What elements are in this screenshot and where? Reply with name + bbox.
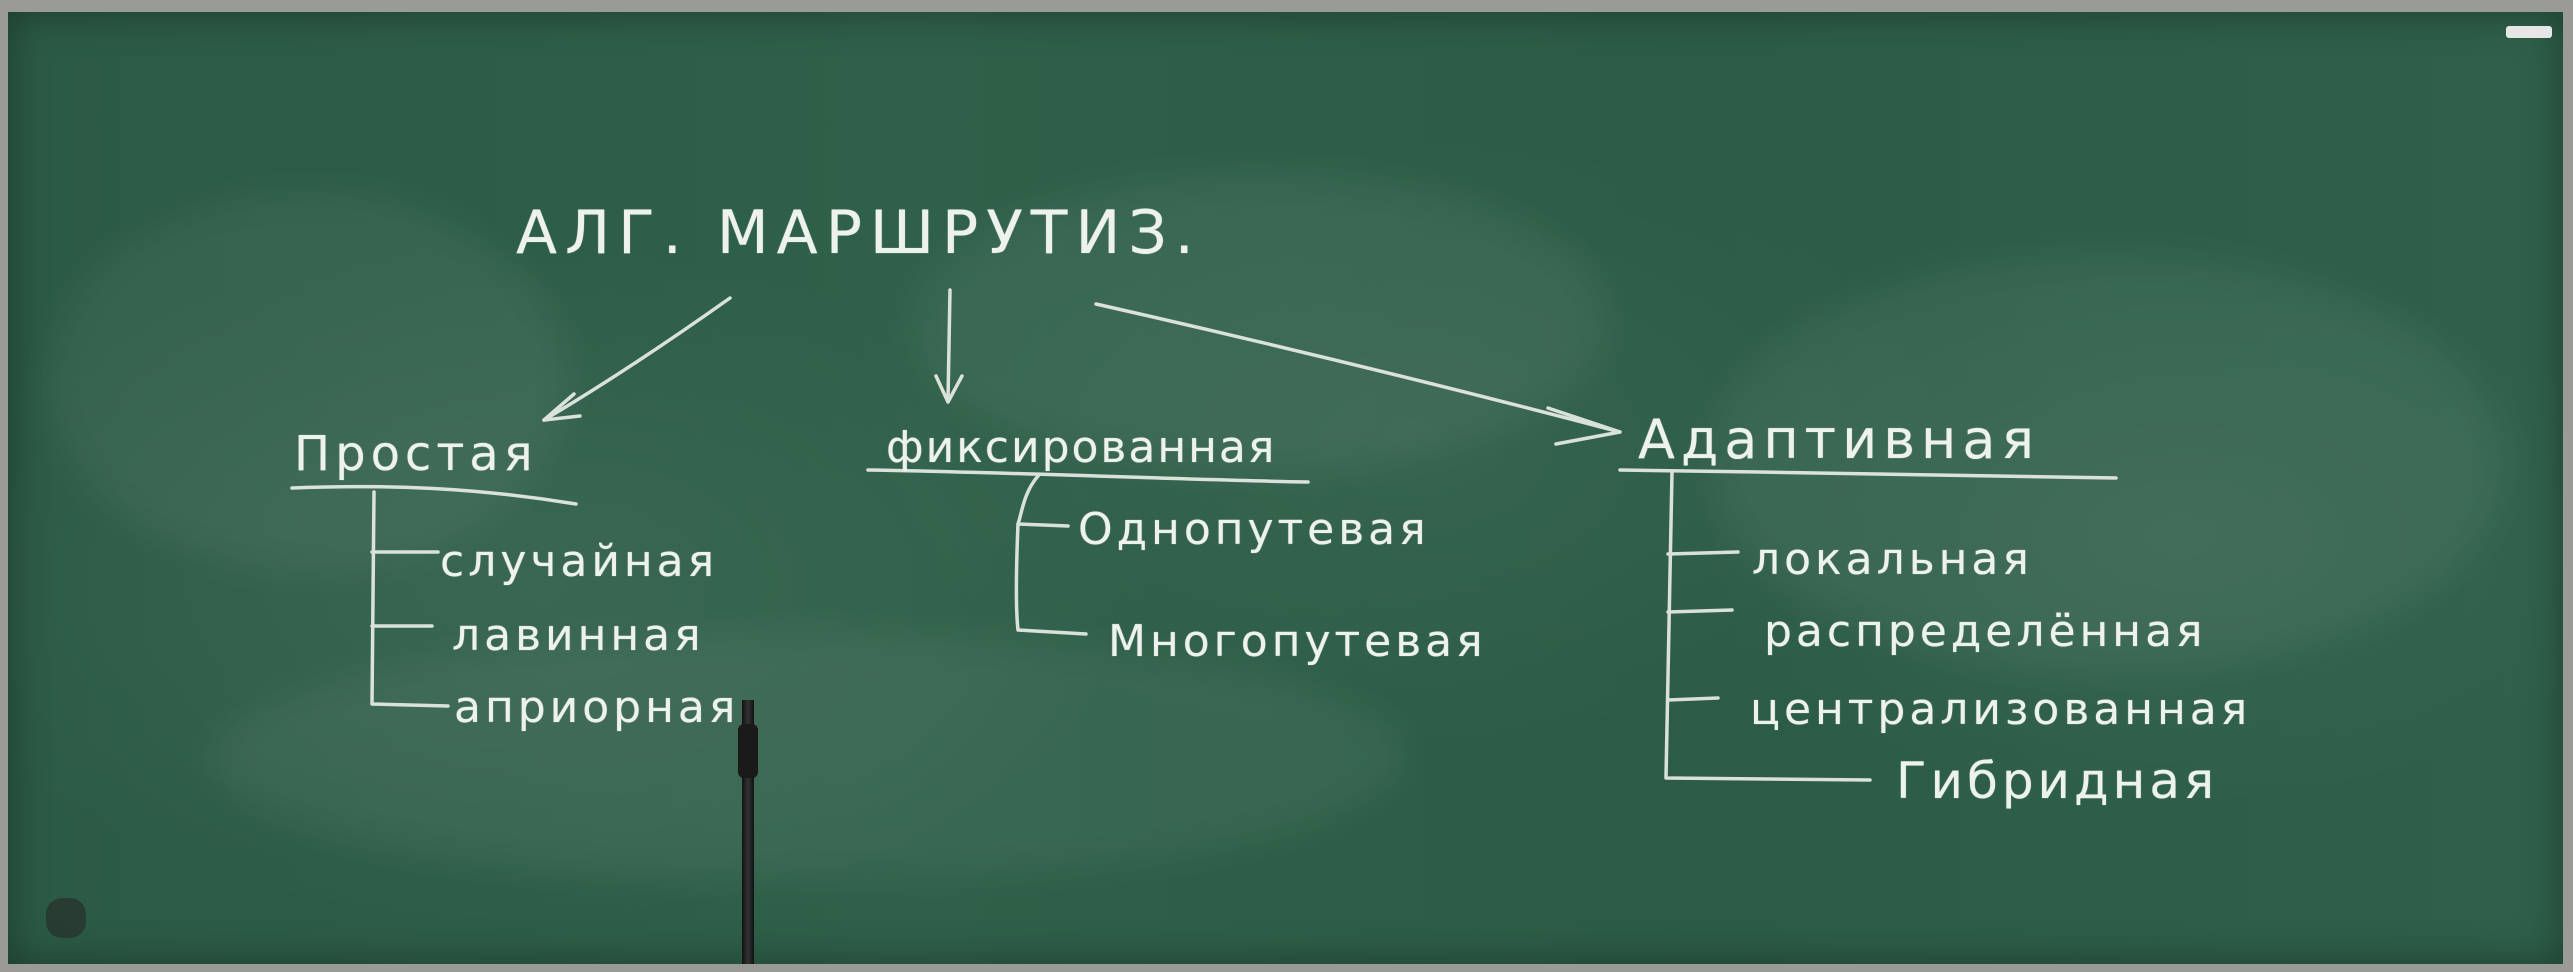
item-single-path: Однопутевая — [1078, 504, 1430, 555]
item-random: случайная — [440, 536, 719, 587]
tree-fixed — [1014, 474, 1088, 636]
branch-heading-fixed: фиксированная — [886, 422, 1277, 473]
item-a-priori: априорная — [454, 682, 740, 733]
item-centralized: централизованная — [1750, 684, 2252, 735]
underline-simple — [290, 484, 578, 506]
item-local: локальная — [1752, 534, 2033, 585]
item-multi-path: Многопутевая — [1108, 616, 1487, 667]
arrow-to-simple — [542, 296, 732, 422]
tree-simple — [370, 490, 450, 708]
eraser-mark — [46, 898, 86, 938]
branch-heading-simple: Простая — [294, 426, 538, 482]
marker-on-ledge — [2506, 26, 2552, 38]
arrow-to-fixed — [946, 288, 952, 402]
chalkboard: АЛГ. МАРШРУТИЗ. Простая случайная лавинн… — [8, 12, 2563, 964]
arrow-to-adaptive — [1094, 302, 1622, 434]
item-distributed: распределённая — [1764, 606, 2207, 657]
diagram-lines — [290, 288, 2118, 782]
underline-adaptive — [1618, 468, 2118, 480]
item-flooding: лавинная — [452, 610, 705, 661]
branch-heading-adaptive: Адаптивная — [1638, 408, 2040, 471]
item-hybrid: Гибридная — [1896, 752, 2219, 810]
diagram-title: АЛГ. МАРШРУТИЗ. — [516, 198, 1202, 268]
microphone — [738, 724, 758, 778]
